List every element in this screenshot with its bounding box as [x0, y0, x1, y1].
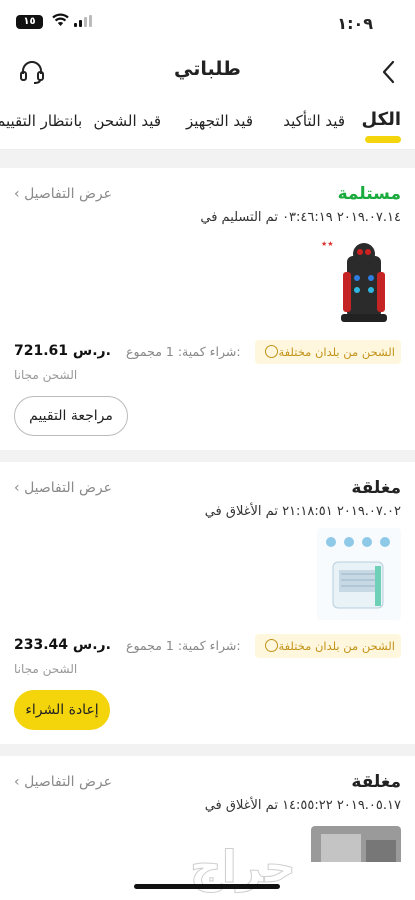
battery-icon: ١٥: [16, 15, 43, 29]
view-details-link[interactable]: ‹ عرض التفاصيل: [14, 186, 112, 202]
shipping-origin-tag: الشحن من بلدان مختلفة: [255, 634, 401, 658]
product-image[interactable]: ★★: [317, 234, 401, 326]
tab-preparing[interactable]: قيد التجهيز: [186, 112, 253, 130]
back-chevron-icon[interactable]: [377, 58, 401, 86]
globe-icon: [265, 639, 279, 652]
shipping-origin-label: الشحن من بلدان مختلفة: [278, 345, 395, 359]
order-status: مغلقة: [351, 772, 401, 792]
order-price: 721.61 ر.س.: [14, 343, 111, 359]
view-details-link[interactable]: ‹ عرض التفاصيل: [14, 774, 112, 790]
review-rating-button[interactable]: مراجعة التقييم: [14, 396, 128, 436]
tab-awaiting-review[interactable]: بانتظار التقييم: [0, 112, 82, 130]
view-details-link[interactable]: ‹ عرض التفاصيل: [14, 480, 112, 496]
order-price: 233.44 ر.س.: [14, 637, 111, 653]
order-date: ٢٠١٩.٠٧.٠٢ ٢١:١٨:٥١ تم الأغلاق في: [204, 504, 401, 519]
chevron-left-icon: ‹: [14, 186, 25, 202]
chevron-left-icon: ‹: [14, 774, 25, 790]
home-indicator: [134, 884, 280, 889]
shipping-note: الشحن مجانا: [14, 368, 78, 382]
signal-icon: [74, 15, 92, 27]
order-tabs: الكل قيد التأكيد قيد التجهيز قيد الشحن ب…: [0, 98, 415, 150]
order-card: مغلقة ‹ عرض التفاصيل ٢٠١٩.٠٧.٠٢ ٢١:١٨:٥١…: [0, 462, 415, 744]
product-image[interactable]: [311, 826, 401, 866]
order-date: ٢٠١٩.٠٥.١٧ ١٤:٥٥:٢٢ تم الأغلاق في: [204, 798, 401, 813]
shipping-origin-tag: الشحن من بلدان مختلفة: [255, 340, 401, 364]
quantity-total-label: شراء كمية: 1 مجموع:: [126, 344, 241, 359]
header: طلباتي: [0, 48, 415, 98]
view-details-label: عرض التفاصيل: [24, 480, 112, 496]
wifi-icon: [52, 13, 69, 26]
shipping-origin-label: الشحن من بلدان مختلفة: [278, 639, 395, 653]
status-time: ١:٠٩: [337, 14, 373, 33]
order-date: ٢٠١٩.٠٧.١٤ ٠٣:٤٦:١٩ تم التسليم في: [200, 210, 401, 225]
view-details-label: عرض التفاصيل: [24, 774, 112, 790]
globe-icon: [265, 345, 279, 358]
order-status: مستلمة: [337, 184, 401, 204]
shipping-note: الشحن مجانا: [14, 662, 78, 676]
order-status: مغلقة: [351, 478, 401, 498]
order-card: مستلمة ‹ عرض التفاصيل ٢٠١٩.٠٧.١٤ ٠٣:٤٦:١…: [0, 168, 415, 450]
quantity-total-label: شراء كمية: 1 مجموع:: [126, 638, 241, 653]
product-image[interactable]: [317, 528, 401, 620]
status-bar: ١:٠٩ ١٥: [0, 0, 415, 48]
buy-again-button[interactable]: إعادة الشراء: [14, 690, 110, 730]
view-details-label: عرض التفاصيل: [24, 186, 112, 202]
svg-text:★★: ★★: [321, 240, 334, 248]
tab-confirming[interactable]: قيد التأكيد: [283, 112, 345, 130]
tab-all[interactable]: الكل: [362, 109, 401, 130]
chevron-left-icon: ‹: [14, 480, 25, 496]
page-title: طلباتي: [174, 58, 241, 80]
tab-shipping[interactable]: قيد الشحن: [93, 112, 161, 130]
active-tab-indicator: [365, 136, 401, 143]
